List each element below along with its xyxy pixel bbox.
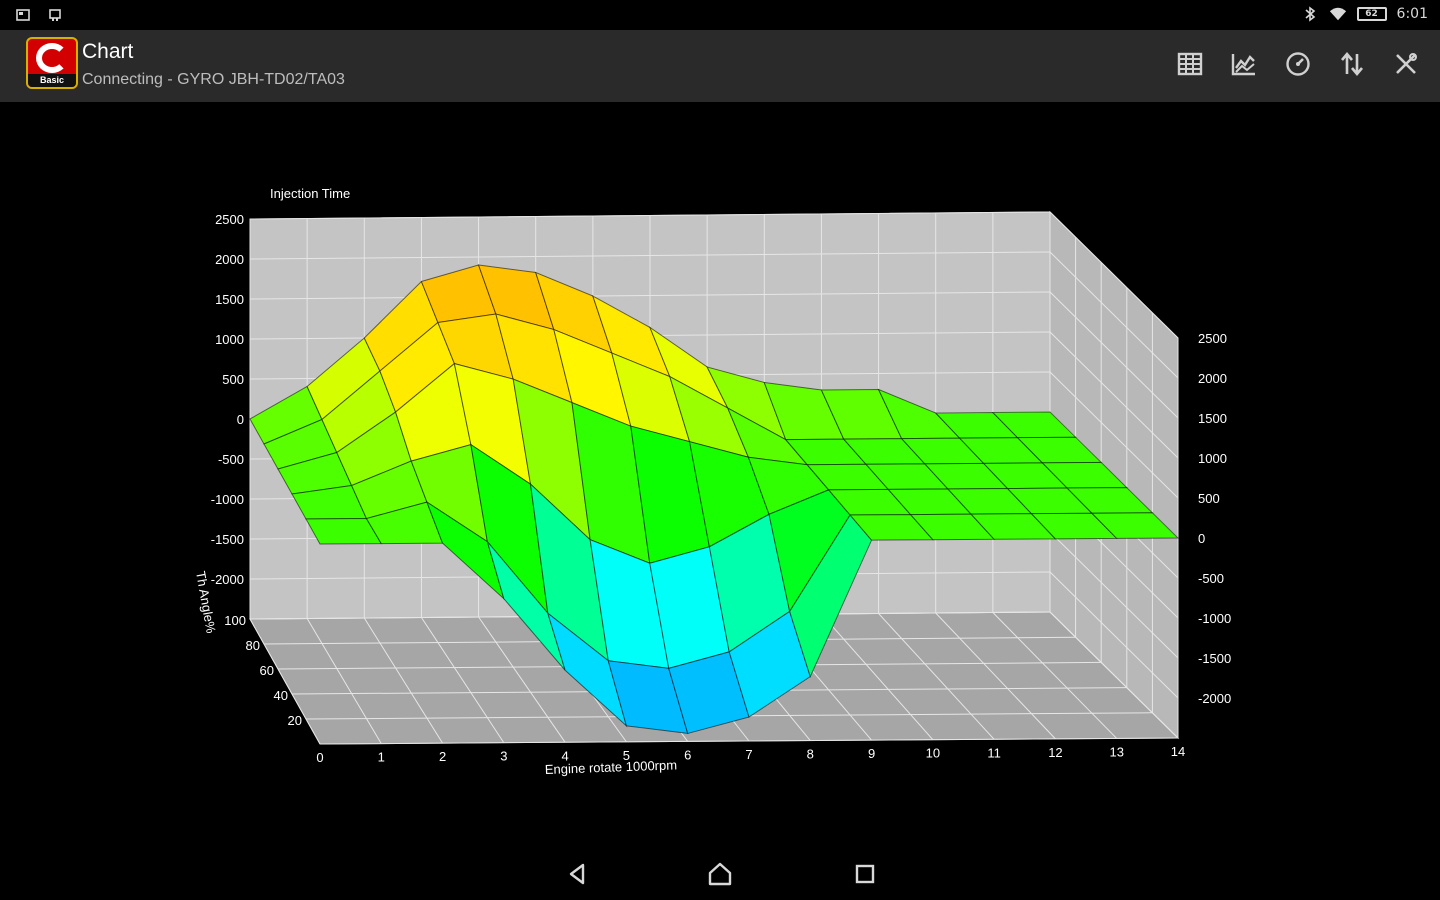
y-tick-label: 80 [246,638,260,653]
x-tick-label: 3 [500,749,507,764]
z-tick-label-left: -1000 [211,492,244,507]
x-tick-label: 13 [1109,744,1123,759]
z-tick-label-right: 0 [1198,531,1205,546]
surface-chart[interactable]: 0 1 2 3 4 5 6 7 8 9 10 11 12 13 14 20 40 60 80 100 2500 2000 1… [0,102,1440,842]
gauge-icon [1286,52,1310,76]
x-tick-label: 2 [439,749,446,764]
surface-chart-svg[interactable]: 0 1 2 3 4 5 6 7 8 9 10 11 12 13 1420406080100250020001… [0,102,1440,842]
app-bar: Basic Chart Connecting - GYRO JBH-TD02/T… [0,30,1440,102]
home-icon [708,862,732,886]
home-button[interactable] [700,856,740,892]
y-tick-label: 100 [224,613,246,628]
z-tick-label-right: -500 [1198,571,1224,586]
grid-icon [1177,52,1203,76]
z-tick-label-left: 0 [237,412,244,427]
app-logo[interactable]: Basic [26,37,78,89]
z-tick-label-left: -1500 [211,532,244,547]
x-tick-label: 7 [745,747,752,762]
notification-icon [46,6,64,24]
z-tick-label-right: 1000 [1198,451,1227,466]
z-tick-label-right: 2500 [1198,331,1227,346]
status-bar: 62 6:01 [0,0,1440,30]
x-tick-label: 6 [684,747,691,762]
z-tick-label-left: 2000 [215,252,244,267]
x-tick-label: 0 [316,750,323,765]
z-tick-label-right: 2000 [1198,371,1227,386]
x-axis-label: Engine rotate 1000rpm [545,757,678,777]
y-tick-label: 40 [274,688,288,703]
z-tick-label-right: -2000 [1198,691,1231,706]
x-tick-label: 11 [987,745,1001,760]
page-title: Chart [82,40,134,63]
tools-icon [1396,53,1417,74]
x-tick-label: 12 [1048,745,1062,760]
y-tick-label: 60 [260,663,274,678]
x-tick-label: 14 [1171,744,1185,759]
z-tick-label-left: 1500 [215,292,244,307]
wifi-icon [1329,5,1347,23]
x-tick-label: 10 [926,746,940,761]
z-tick-label-left: 500 [222,372,244,387]
sort-button[interactable] [1334,46,1370,82]
recents-icon [855,864,875,884]
bluetooth-icon [1301,5,1319,23]
x-tick-label: 9 [868,746,875,761]
recents-button[interactable] [845,856,885,892]
z-tick-label-right: -1500 [1198,651,1231,666]
sd-card-icon [14,6,32,24]
chart-title: Injection Time [270,186,350,201]
chart-view-button[interactable] [1226,46,1262,82]
y-tick-label: 20 [288,713,302,728]
logo-text: Basic [28,74,76,87]
x-tick-label: 1 [378,750,385,765]
z-tick-label-right: 500 [1198,491,1220,506]
swap-vertical-icon [1341,51,1363,77]
z-tick-label-right: -1000 [1198,611,1231,626]
z-tick-label-right: 1500 [1198,411,1227,426]
back-button[interactable] [557,856,597,892]
x-tick-label: 8 [807,747,814,762]
gauge-view-button[interactable] [1280,46,1316,82]
z-tick-label-left: -500 [218,452,244,467]
z-tick-label-left: 1000 [215,332,244,347]
back-icon [569,863,585,885]
table-view-button[interactable] [1172,46,1208,82]
chart-icon [1231,54,1255,76]
navigation-bar [0,842,1440,900]
clock: 6:01 [1396,6,1428,22]
tools-button[interactable] [1388,46,1424,82]
z-tick-label-left: -2000 [211,572,244,587]
z-tick-label-left: 2500 [215,212,244,227]
connection-status: Connecting - GYRO JBH-TD02/TA03 [82,71,345,88]
battery-icon: 62 [1356,7,1387,21]
logo-c-shape [36,43,68,73]
